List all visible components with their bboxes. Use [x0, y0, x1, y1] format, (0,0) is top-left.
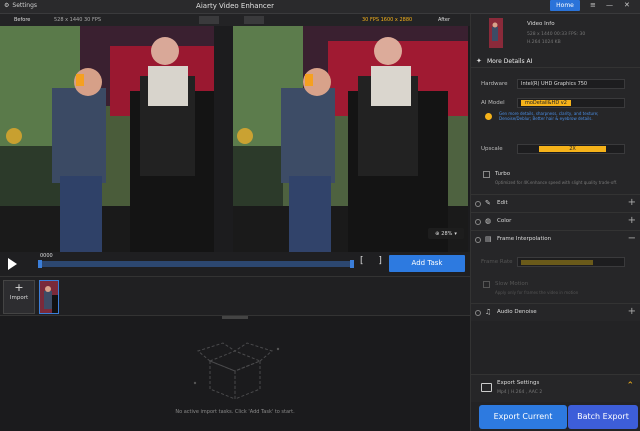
play-icon[interactable]	[8, 258, 17, 270]
audio-denoise-row[interactable]: ♫ Audio Denoise +	[471, 303, 640, 321]
color-row[interactable]: ◍ Color +	[471, 212, 640, 230]
slow-motion-checkbox[interactable]	[483, 281, 490, 288]
app-title: Aiarty Video Enhancer	[196, 2, 274, 10]
export-settings-row[interactable]: Export Settings Mp4 | H.264 , AAC 2 ⌃	[471, 374, 640, 402]
hardware-label: Hardware	[481, 81, 508, 87]
export-icon	[481, 383, 492, 392]
hardware-value: Intel(R) UHD Graphics 750	[521, 81, 588, 87]
playback-bar: 0000 [ ] Add Task	[0, 252, 470, 276]
zoom-control[interactable]: ⊕ 28% ▾	[428, 228, 464, 239]
audio-denoise-toggle[interactable]	[475, 310, 481, 316]
import-label: Import	[9, 295, 29, 301]
resize-handle[interactable]	[222, 316, 248, 319]
task-strip: + Import	[0, 276, 470, 316]
ai-model-select[interactable]: moDetail&HD v2	[517, 98, 625, 108]
zoom-value: 28%	[441, 230, 453, 237]
export-current-button[interactable]: Export Current	[479, 405, 567, 429]
video-info-line1: 528 x 1440 00:33 FPS: 30	[527, 32, 586, 37]
slow-motion-label: Slow Motion	[495, 281, 529, 287]
minus-icon[interactable]: −	[628, 233, 636, 244]
frame-interpolation-label: Frame Interpolation	[497, 236, 552, 242]
preview-header: Before 528 x 1440 30 FPS 30 FPS 1600 x 2…	[0, 14, 470, 26]
minimize-icon[interactable]: —	[606, 1, 613, 9]
edit-toggle[interactable]	[475, 201, 481, 207]
plus-icon[interactable]: +	[628, 215, 636, 226]
ai-model-value: moDetail&HD v2	[521, 100, 571, 106]
empty-message: No active import tasks. Click 'Add Task'…	[175, 409, 295, 415]
plus-icon: +	[14, 281, 24, 294]
compare-view-icon[interactable]	[244, 16, 264, 24]
upscale-label: Upscale	[481, 146, 503, 152]
info-icon	[485, 113, 492, 120]
turbo-checkbox[interactable]	[483, 171, 490, 178]
ai-model-label: AI Model	[481, 100, 505, 106]
ai-model-description: Gen more details, sharpness, clarity, an…	[499, 111, 599, 121]
audio-denoise-label: Audio Denoise	[497, 309, 537, 315]
after-info: 30 FPS 1600 x 2880	[362, 17, 413, 23]
upscale-value: 2X	[539, 146, 606, 152]
video-info-card: Video Info 528 x 1440 00:33 FPS: 30 H.26…	[471, 14, 640, 54]
timeline-end-handle[interactable]	[350, 260, 354, 268]
chevron-down-icon: ▾	[454, 230, 457, 237]
color-toggle[interactable]	[475, 219, 481, 225]
sparkle-icon: ✦	[476, 57, 482, 65]
video-thumbnail	[489, 18, 503, 48]
task-thumbnail[interactable]	[39, 280, 59, 314]
film-icon: ▤	[485, 235, 492, 243]
before-frame-image	[0, 26, 214, 252]
export-settings-title: Export Settings	[497, 380, 540, 386]
frame-interpolation-row[interactable]: ▤ Frame Interpolation − Frame Rate Slow …	[471, 230, 640, 310]
zoom-icon: ⊕	[435, 230, 440, 237]
plus-icon[interactable]: +	[628, 306, 636, 317]
title-bar: ⚙ Settings Aiarty Video Enhancer Home ≡ …	[0, 0, 640, 14]
split-view-icon[interactable]	[199, 16, 219, 24]
empty-box-icon	[193, 342, 280, 400]
split-divider[interactable]	[214, 26, 233, 252]
empty-task-area: No active import tasks. Click 'Add Task'…	[0, 316, 470, 431]
batch-export-button[interactable]: Batch Export	[568, 405, 638, 429]
frame-rate-fill	[521, 260, 593, 265]
timeline-track[interactable]	[38, 260, 354, 268]
settings-panel: Video Info 528 x 1440 00:33 FPS: 30 H.26…	[470, 14, 640, 431]
magic-wand-icon: ✎	[485, 199, 491, 207]
turbo-label: Turbo	[495, 171, 511, 177]
home-button[interactable]: Home	[550, 0, 580, 11]
more-details-section: ✦ More Details AI Hardware Intel(R) UHD …	[471, 54, 640, 204]
video-info-title: Video Info	[527, 21, 555, 27]
upscale-select[interactable]: 2X	[517, 144, 625, 154]
close-icon[interactable]: ✕	[624, 1, 630, 9]
more-details-title: More Details AI	[487, 58, 533, 65]
before-label: Before	[14, 17, 31, 23]
export-settings-desc: Mp4 | H.264 , AAC 2	[497, 390, 543, 395]
section-header[interactable]: ✦ More Details AI	[471, 54, 640, 68]
hardware-select[interactable]: Intel(R) UHD Graphics 750	[517, 79, 625, 89]
microphone-icon: ♫	[485, 308, 492, 316]
slow-motion-description: Apply only for frames the video in motio…	[495, 290, 579, 295]
turbo-description: Optimized for 4K.enhance speed with slig…	[495, 180, 618, 185]
palette-icon: ◍	[485, 217, 492, 225]
edit-row[interactable]: ✎ Edit +	[471, 194, 640, 212]
after-preview[interactable]: ⊕ 28% ▾	[233, 26, 468, 252]
frame-rate-label: Frame Rate	[481, 259, 513, 265]
plus-icon[interactable]: +	[628, 197, 636, 208]
after-frame-image	[233, 26, 468, 252]
before-preview[interactable]	[0, 26, 214, 252]
video-info-line2: H.264 1024 KB	[527, 40, 561, 45]
import-button[interactable]: + Import	[3, 280, 35, 314]
chevron-up-icon[interactable]: ⌃	[626, 381, 634, 391]
add-task-button[interactable]: Add Task	[389, 255, 465, 272]
color-label: Color	[497, 218, 512, 224]
time-label: 0000	[40, 253, 53, 259]
frame-interpolation-toggle[interactable]	[475, 237, 481, 243]
edit-label: Edit	[497, 200, 508, 206]
trim-brackets-icon[interactable]: [ ]	[360, 256, 388, 266]
menu-icon[interactable]: ≡	[590, 1, 596, 9]
timeline-start-handle[interactable]	[38, 260, 42, 268]
frame-rate-select[interactable]	[517, 257, 625, 267]
after-label: After	[438, 17, 451, 23]
before-info: 528 x 1440 30 FPS	[54, 17, 102, 23]
thumbnail-image	[40, 281, 58, 313]
